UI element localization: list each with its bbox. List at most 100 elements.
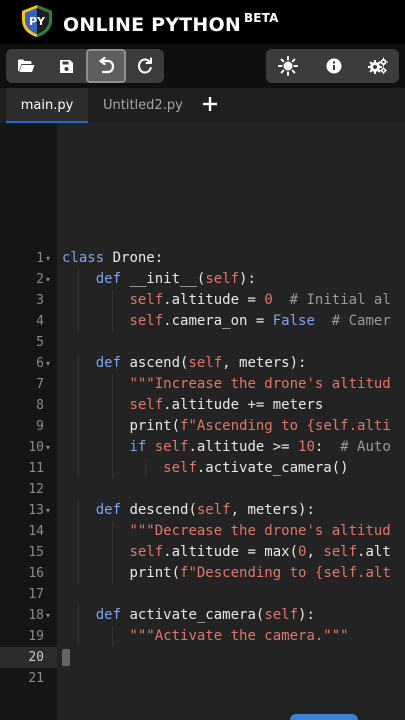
code-text: """Increase the drone's altitud: [129, 376, 391, 392]
line-number: 16: [28, 566, 44, 581]
indent-guide: [111, 521, 113, 542]
indent-guide: [111, 458, 113, 479]
indent-guide: [78, 374, 79, 395]
code-line[interactable]: 13 ▾ def descend(self, meters):: [0, 500, 405, 521]
indent-guide: [145, 458, 147, 479]
code-text: self.altitude = 0 # Initial al: [129, 292, 391, 308]
code-line[interactable]: 12: [0, 479, 405, 500]
theme-toggle-button[interactable]: [270, 49, 306, 83]
code-text: print(f"Descending to {self.alt: [129, 565, 391, 581]
line-number: 13: [28, 503, 44, 518]
code-line[interactable]: 6 ▾ def ascend(self, meters):: [0, 353, 405, 374]
app-title-text: ONLINE PYTHON: [63, 14, 241, 36]
code-line[interactable]: 18 ▾ def activate_camera(self):: [0, 605, 405, 626]
indent-guide: [111, 563, 113, 584]
add-tab-button[interactable]: [203, 96, 217, 115]
app-title: ONLINE PYTHON BETA: [63, 11, 279, 36]
code-line[interactable]: 4 self.camera_on = False # Camer: [0, 311, 405, 332]
indent-guide: [78, 269, 79, 290]
code-line[interactable]: 5: [0, 332, 405, 353]
indent-guide: [78, 311, 79, 332]
indent-guide: [111, 416, 113, 437]
code-line[interactable]: 9 print(f"Ascending to {self.alti: [0, 416, 405, 437]
code-line[interactable]: 8 self.altitude += meters: [0, 395, 405, 416]
tab-untitled2-py[interactable]: Untitled2.py: [103, 88, 183, 123]
code-text: def activate_camera(self):: [95, 607, 315, 623]
python-logo-icon[interactable]: PY: [20, 4, 54, 38]
indent-guide: [78, 395, 79, 416]
undo-button[interactable]: [86, 49, 126, 83]
redo-button[interactable]: [127, 49, 163, 83]
code-text: self.altitude += meters: [129, 397, 324, 413]
fold-toggle-icon[interactable]: ▾: [46, 500, 50, 521]
line-number: 11: [28, 461, 44, 476]
code-line[interactable]: 21: [0, 668, 405, 689]
code-line[interactable]: 20: [0, 647, 405, 668]
code-line[interactable]: 19 """Activate the camera.""": [0, 626, 405, 647]
brightness-icon: [278, 56, 298, 76]
fold-toggle-icon[interactable]: ▾: [46, 437, 50, 458]
code-text: def ascend(self, meters):: [95, 355, 307, 371]
settings-group: [266, 49, 399, 83]
indent-guide: [78, 458, 79, 479]
code-text: if self.altitude >= 10: # Auto: [129, 439, 391, 455]
line-number: 6: [36, 356, 44, 371]
fold-toggle-icon[interactable]: ▾: [46, 269, 50, 290]
fold-toggle-icon[interactable]: ▾: [46, 353, 50, 374]
code-text: class Drone:: [62, 250, 164, 266]
code-line[interactable]: 17: [0, 584, 405, 605]
line-number: 17: [28, 587, 44, 602]
line-number: 15: [28, 545, 44, 560]
fold-toggle-icon[interactable]: ▾: [46, 248, 50, 269]
info-icon: [326, 58, 342, 74]
line-number: 2: [36, 272, 44, 287]
indent-guide: [78, 626, 79, 647]
code-line[interactable]: 3 self.altitude = 0 # Initial al: [0, 290, 405, 311]
tab-main-py[interactable]: main.py: [6, 88, 88, 123]
plus-icon: [203, 97, 217, 111]
indent-guide: [78, 416, 79, 437]
code-line[interactable]: 16 print(f"Descending to {self.alt: [0, 563, 405, 584]
indent-guide: [78, 437, 79, 458]
file-actions-group: [6, 49, 164, 83]
code-line[interactable]: 2 ▾ def __init__(self):: [0, 269, 405, 290]
line-number: 14: [28, 524, 44, 539]
indent-guide: [111, 626, 113, 647]
line-number: 7: [36, 377, 44, 392]
run-button[interactable]: [290, 714, 358, 720]
line-number: 8: [36, 398, 44, 413]
settings-button[interactable]: [360, 49, 396, 83]
code-text: """Activate the camera.""": [129, 628, 349, 644]
code-text: def descend(self, meters):: [95, 502, 315, 518]
code-editor[interactable]: 1 ▾ class Drone: 2 ▾ def __init__(self): 3 self…: [0, 123, 405, 720]
indent-guide: [111, 395, 113, 416]
code-line[interactable]: 7 """Increase the drone's altitud: [0, 374, 405, 395]
folder-open-icon: [18, 59, 35, 72]
line-number: 12: [28, 482, 44, 497]
line-number: 20: [28, 650, 44, 665]
code-line[interactable]: 11 self.activate_camera(): [0, 458, 405, 479]
line-number: 5: [36, 335, 44, 350]
code-line[interactable]: 14 """Decrease the drone's altitud: [0, 521, 405, 542]
line-number: 3: [36, 293, 44, 308]
code-line[interactable]: 15 self.altitude = max(0, self.alt: [0, 542, 405, 563]
indent-guide: [111, 311, 113, 332]
line-number: 10: [28, 440, 44, 455]
indent-guide: [78, 542, 79, 563]
indent-guide: [78, 605, 79, 626]
indent-guide: [111, 542, 113, 563]
code-text: self.activate_camera(): [163, 460, 349, 476]
line-number: 9: [36, 419, 44, 434]
info-button[interactable]: [316, 49, 352, 83]
indent-guide: [111, 290, 113, 311]
code-text: print(f"Ascending to {self.alti: [129, 418, 391, 434]
line-number: 19: [28, 629, 44, 644]
line-number: 21: [28, 671, 44, 686]
code-line[interactable]: 1 ▾ class Drone:: [0, 248, 405, 269]
code-line[interactable]: 10 ▾ if self.altitude >= 10: # Auto: [0, 437, 405, 458]
logo-text: PY: [29, 15, 46, 28]
open-file-button[interactable]: [8, 49, 44, 83]
indent-guide: [78, 290, 79, 311]
fold-toggle-icon[interactable]: ▾: [46, 605, 50, 626]
save-button[interactable]: [48, 49, 84, 83]
